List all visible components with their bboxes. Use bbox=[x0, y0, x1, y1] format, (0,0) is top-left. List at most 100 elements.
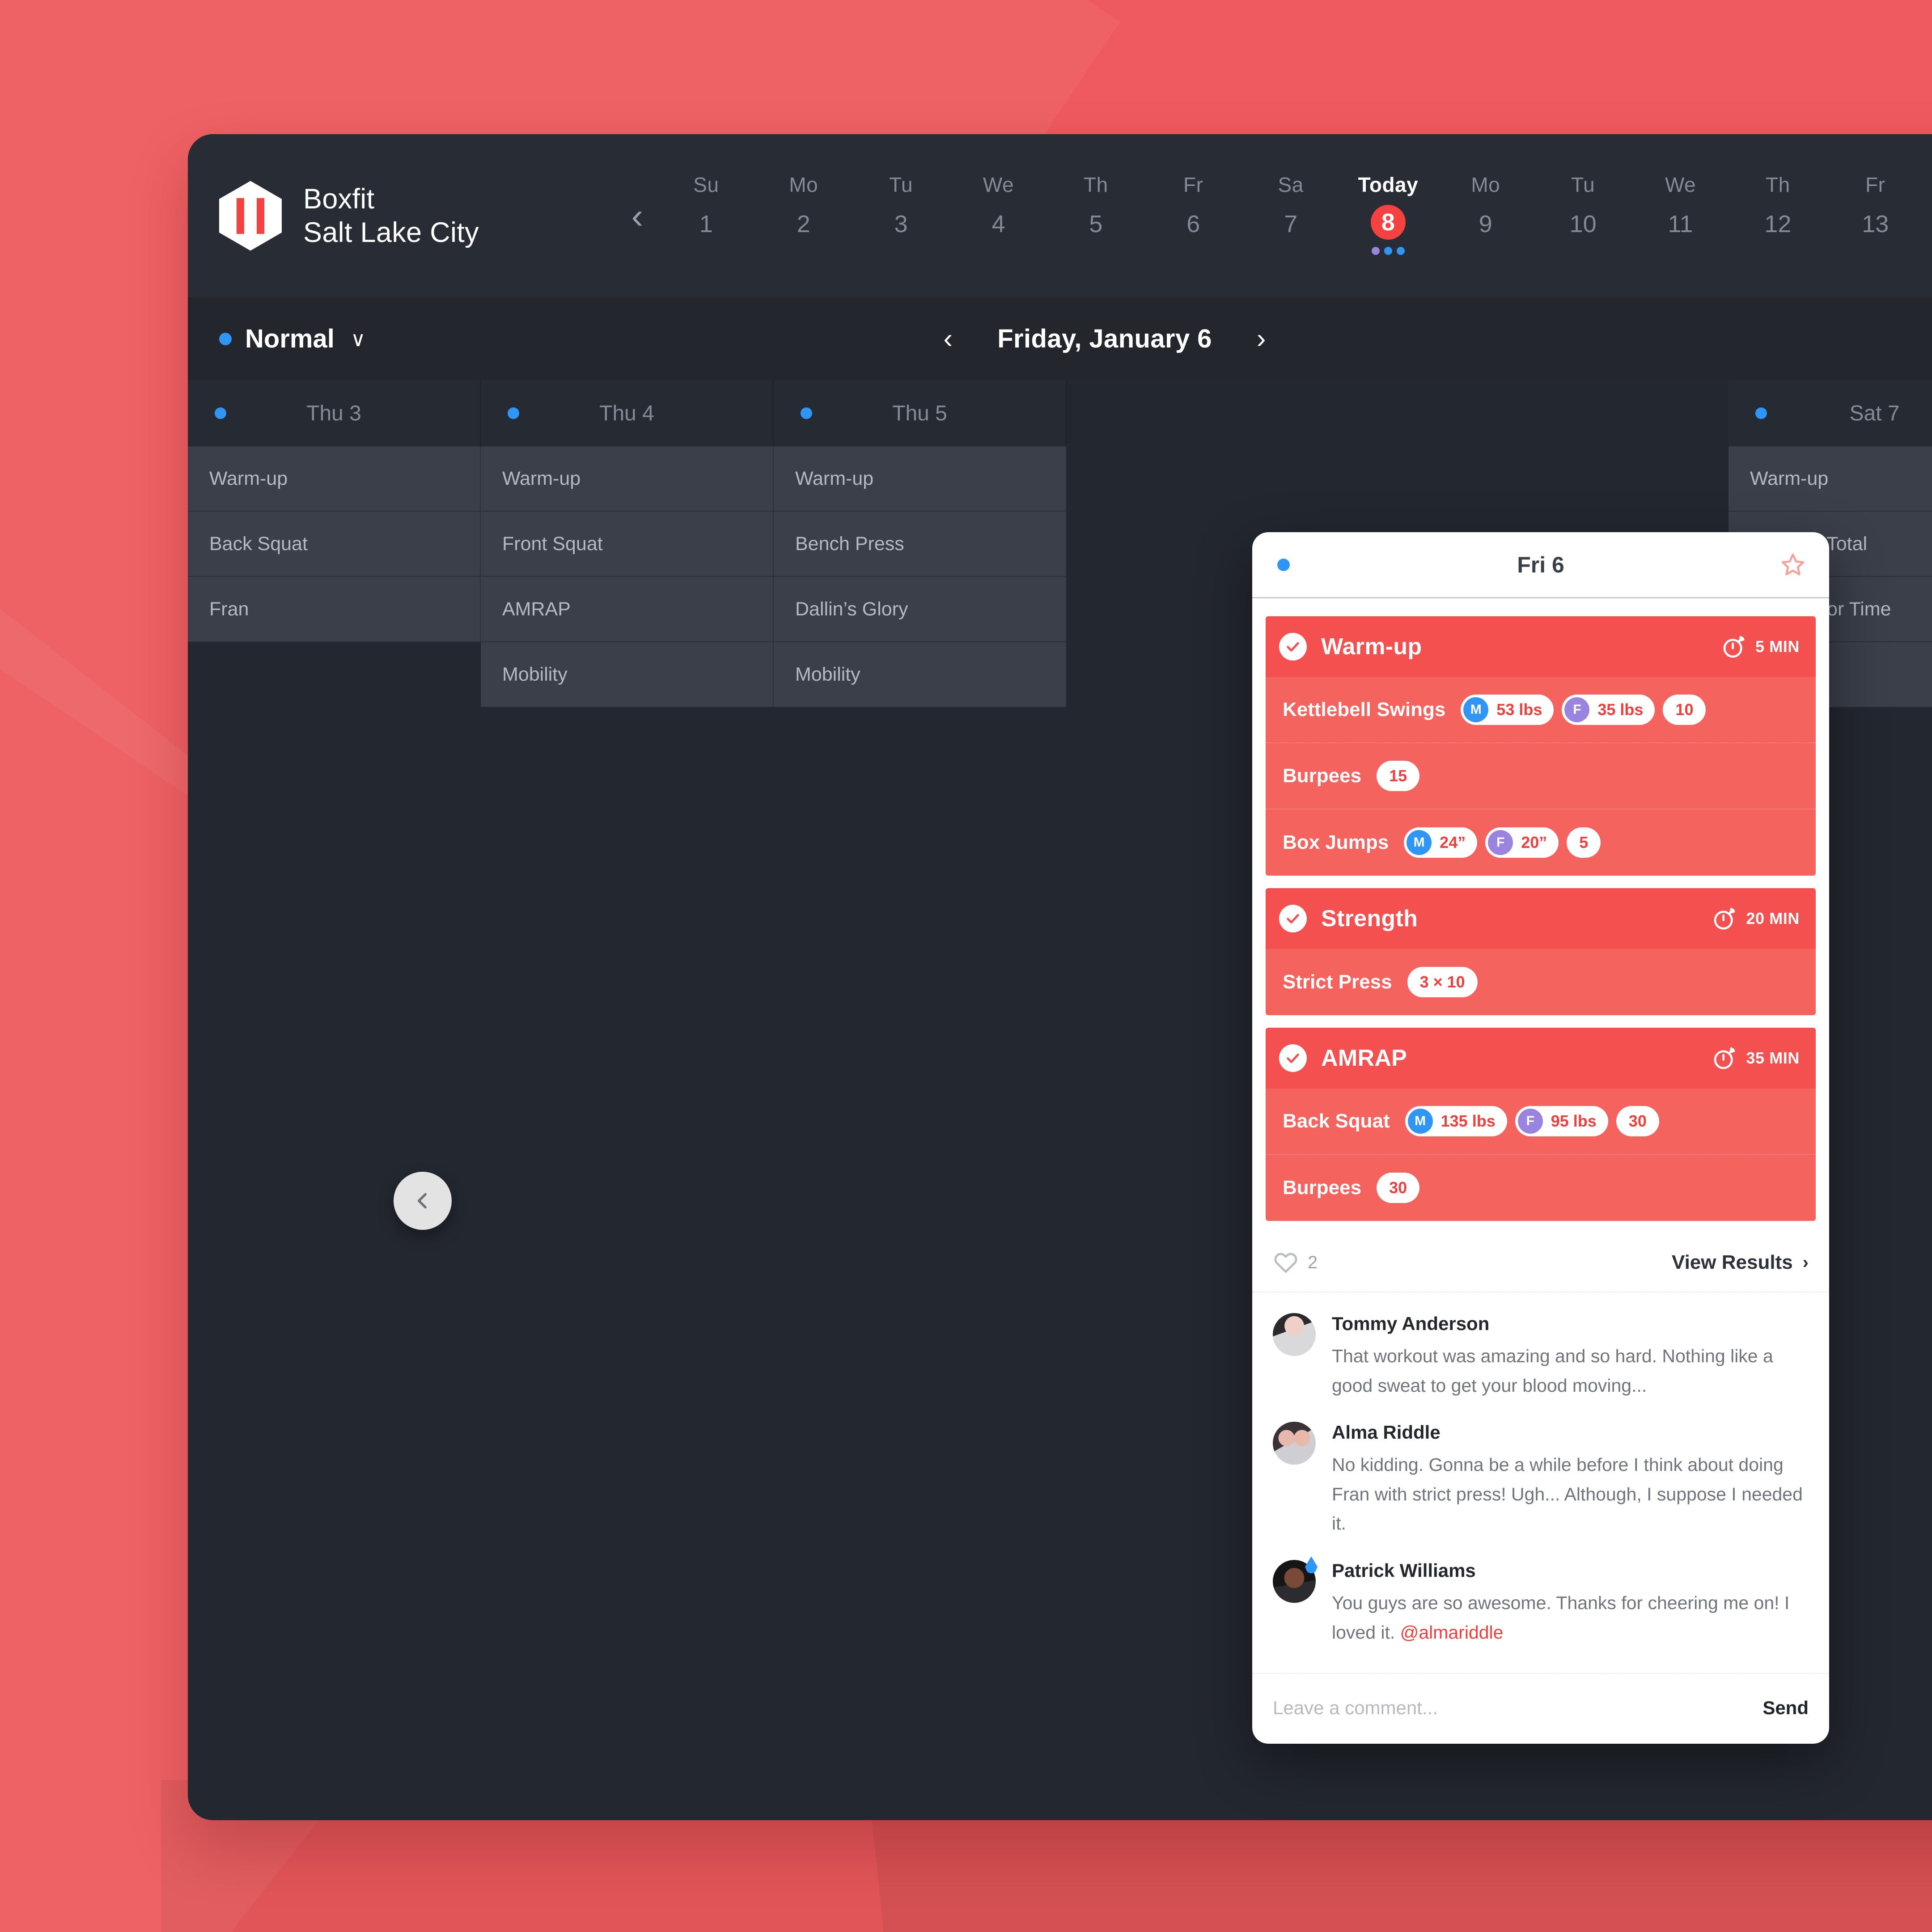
calendar-day-13[interactable]: Fr 13 bbox=[1826, 173, 1924, 238]
badge-value: 10 bbox=[1675, 700, 1694, 719]
calendar-day-11[interactable]: We 11 bbox=[1632, 173, 1729, 238]
grid-column: Thu 5 Warm-up Bench Press Dallin’s Glory Mob… bbox=[774, 380, 1067, 708]
exercise-row[interactable]: Strict Press 3 × 10 bbox=[1266, 949, 1816, 1015]
calendar-day-weekday: We bbox=[1665, 173, 1696, 196]
grid-cell[interactable]: Warm-up bbox=[1729, 446, 1932, 512]
comment-author[interactable]: Alma Riddle bbox=[1332, 1422, 1809, 1443]
grid-column-title: Thu 3 bbox=[306, 401, 361, 425]
workout-block-header[interactable]: AMRAP 35 MIN bbox=[1266, 1028, 1816, 1089]
badge-value: 3 × 10 bbox=[1419, 973, 1465, 991]
comment-text: No kidding. Gonna be a while before I th… bbox=[1332, 1454, 1803, 1534]
grid-column-header[interactable]: Thu 5 bbox=[774, 380, 1067, 446]
calendar-day-5[interactable]: Th 5 bbox=[1047, 173, 1144, 238]
app-header: Boxfit Salt Lake City ‹ Su 1 Mo 2 Tu 3 We 4 Th 5 F… bbox=[188, 134, 1932, 297]
comment-author[interactable]: Tommy Anderson bbox=[1332, 1313, 1809, 1335]
comments-list: Tommy Anderson That workout was amazing a… bbox=[1252, 1292, 1829, 1673]
check-circle-icon[interactable] bbox=[1279, 633, 1307, 661]
calendar-day-3[interactable]: Tu 3 bbox=[852, 173, 950, 238]
calendar-day-4[interactable]: We 4 bbox=[950, 173, 1047, 238]
calendar-day-1[interactable]: Su 1 bbox=[657, 173, 755, 238]
exercise-badge: M 135 lbs bbox=[1405, 1106, 1507, 1136]
comment-input[interactable] bbox=[1273, 1697, 1745, 1719]
calendar-day-2[interactable]: Mo 2 bbox=[755, 173, 852, 238]
grid-column-header[interactable]: Thu 3 bbox=[188, 380, 481, 446]
grid-cell[interactable]: Back Squat bbox=[188, 512, 481, 577]
send-button[interactable]: Send bbox=[1763, 1697, 1809, 1719]
date-next-button[interactable]: › bbox=[1257, 325, 1266, 353]
exercise-name: Burpees bbox=[1283, 1177, 1362, 1199]
comment-body: Alma Riddle No kidding. Gonna be a while … bbox=[1332, 1422, 1809, 1538]
grid-cell[interactable]: Warm-up bbox=[774, 446, 1067, 512]
card-title: Fri 6 bbox=[1517, 552, 1564, 577]
grid-cell[interactable]: Mobility bbox=[774, 642, 1067, 708]
grid-cell[interactable]: Warm-up bbox=[188, 446, 481, 512]
date-prev-button[interactable]: ‹ bbox=[944, 325, 953, 353]
comment-mention[interactable]: @almariddle bbox=[1400, 1622, 1504, 1643]
exercise-badge: 15 bbox=[1377, 761, 1420, 791]
calendar-day-6[interactable]: Fr 6 bbox=[1144, 173, 1242, 238]
view-results-button[interactable]: View Results › bbox=[1672, 1251, 1809, 1274]
coach-badge-icon bbox=[1305, 1556, 1318, 1573]
grid-cell[interactable]: Bench Press bbox=[774, 512, 1067, 577]
grid-cell[interactable]: Mobility bbox=[481, 642, 774, 708]
star-icon[interactable] bbox=[1780, 552, 1806, 578]
gender-marker-f: F bbox=[1488, 830, 1513, 855]
check-circle-icon[interactable] bbox=[1279, 1044, 1307, 1072]
brand-name: Boxfit bbox=[303, 183, 375, 215]
check-circle-icon[interactable] bbox=[1279, 905, 1307, 932]
card-header: Fri 6 bbox=[1252, 532, 1829, 598]
exercise-badge: 30 bbox=[1377, 1173, 1420, 1203]
like-button[interactable]: 2 bbox=[1273, 1250, 1318, 1275]
grid-cell[interactable]: Front Squat bbox=[481, 512, 774, 577]
exercise-name: Back Squat bbox=[1283, 1110, 1390, 1132]
brand-location: Salt Lake City bbox=[303, 216, 479, 248]
boxfit-logo-icon bbox=[219, 181, 282, 251]
exercise-row[interactable]: Back Squat M 135 lbs F 95 lbs 30 bbox=[1266, 1089, 1816, 1155]
badge-value: 30 bbox=[1628, 1112, 1647, 1130]
grid-column-header[interactable]: Sat 7 bbox=[1729, 380, 1932, 446]
calendar-day-8[interactable]: Today 8 bbox=[1339, 173, 1437, 255]
workout-detail-card: Fri 6 Warm-up 5 MIN Kettlebell Swings M 53 l… bbox=[1252, 532, 1829, 1744]
track-filter-dropdown[interactable]: Normal ∨ bbox=[188, 324, 366, 354]
calendar-day-12[interactable]: Th 12 bbox=[1729, 173, 1826, 238]
exercise-row[interactable]: Burpees 15 bbox=[1266, 743, 1816, 809]
current-date-label: Friday, January 6 bbox=[997, 324, 1212, 353]
block-duration: 35 MIN bbox=[1712, 1046, 1800, 1071]
exercise-badge: F 95 lbs bbox=[1515, 1106, 1608, 1136]
exercise-row[interactable]: Burpees 30 bbox=[1266, 1155, 1816, 1221]
calendar-day-10[interactable]: Tu 10 bbox=[1534, 173, 1632, 238]
calendar-day-number: 14 bbox=[1924, 210, 1932, 238]
calendar-day-weekday: Fr bbox=[1183, 173, 1203, 196]
grid-cell[interactable]: Fran bbox=[188, 577, 481, 642]
workout-block-header[interactable]: Warm-up 5 MIN bbox=[1266, 616, 1816, 677]
avatar[interactable] bbox=[1273, 1556, 1318, 1603]
chevron-left-icon bbox=[417, 1193, 427, 1209]
calendar-day-number: 13 bbox=[1862, 211, 1889, 237]
comment-text: You guys are so awesome. Thanks for chee… bbox=[1332, 1592, 1790, 1643]
stopwatch-icon bbox=[1723, 636, 1745, 658]
calendar-day-14[interactable]: Sa 14 bbox=[1924, 173, 1932, 238]
calendar-day-number: 5 bbox=[1089, 211, 1103, 237]
scroll-back-button[interactable] bbox=[394, 1172, 452, 1230]
grid-column: Thu 3 Warm-up Back Squat Fran bbox=[188, 380, 481, 642]
avatar[interactable] bbox=[1273, 1422, 1316, 1465]
badge-value: 35 lbs bbox=[1597, 700, 1644, 719]
grid-column-header[interactable]: Thu 4 bbox=[481, 380, 774, 446]
avatar[interactable] bbox=[1273, 1313, 1316, 1356]
calendar-prev-button[interactable]: ‹ bbox=[617, 198, 657, 234]
grid-cell[interactable]: Warm-up bbox=[481, 446, 774, 512]
calendar-day-7[interactable]: Sa 7 bbox=[1242, 173, 1339, 238]
grid-cell[interactable]: AMRAP bbox=[481, 577, 774, 642]
grid-cell[interactable]: Dallin’s Glory bbox=[774, 577, 1067, 642]
exercise-badges: M 53 lbs F 35 lbs 10 bbox=[1461, 695, 1706, 725]
calendar-day-number: 6 bbox=[1186, 211, 1200, 237]
exercise-row[interactable]: Box Jumps M 24” F 20” 5 bbox=[1266, 809, 1816, 876]
workout-blocks: Warm-up 5 MIN Kettlebell Swings M 53 lbs F 35 … bbox=[1252, 598, 1829, 1221]
comment-item: Alma Riddle No kidding. Gonna be a while … bbox=[1273, 1422, 1809, 1538]
workout-block-header[interactable]: Strength 20 MIN bbox=[1266, 888, 1816, 949]
calendar-day-9[interactable]: Mo 9 bbox=[1437, 173, 1534, 238]
exercise-row[interactable]: Kettlebell Swings M 53 lbs F 35 lbs 10 bbox=[1266, 677, 1816, 743]
chevron-right-icon: › bbox=[1802, 1252, 1809, 1272]
gender-marker-m: M bbox=[1407, 1109, 1433, 1134]
comment-author[interactable]: Patrick Williams bbox=[1332, 1560, 1809, 1581]
